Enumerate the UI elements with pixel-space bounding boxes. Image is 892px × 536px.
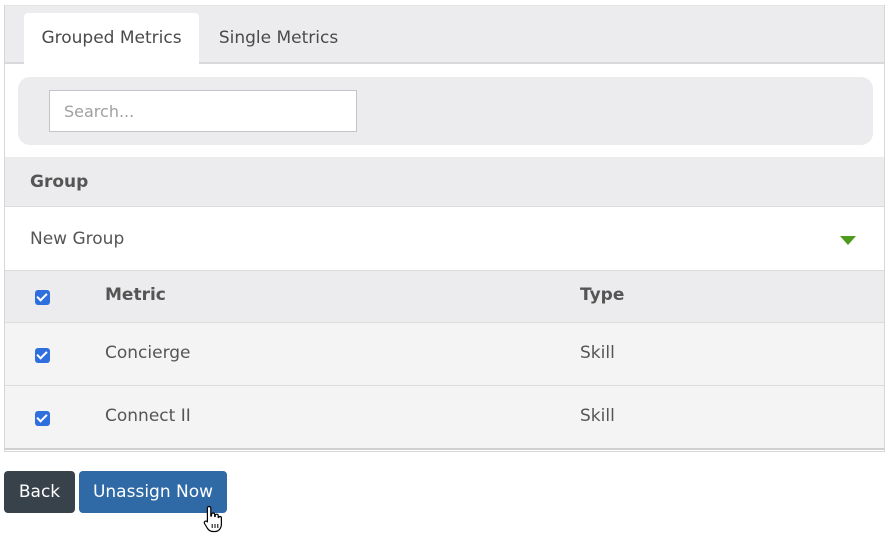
- table-header-row: Metric Type: [5, 271, 884, 323]
- table-row: Connect II Skill: [5, 386, 884, 450]
- metric-type: Skill: [580, 406, 615, 426]
- metric-name: Connect II: [105, 406, 191, 426]
- group-dropdown-value: New Group: [30, 229, 125, 249]
- back-button[interactable]: Back: [4, 471, 75, 513]
- table-row: Concierge Skill: [5, 323, 884, 386]
- metric-type: Skill: [580, 343, 615, 363]
- caret-down-icon[interactable]: [840, 236, 856, 245]
- column-header-metric: Metric: [105, 285, 166, 305]
- tab-single-metrics[interactable]: Single Metrics: [209, 13, 348, 64]
- metric-name: Concierge: [105, 343, 191, 363]
- row-checkbox[interactable]: [35, 348, 50, 363]
- hand-pointer-cursor-icon: [203, 505, 222, 533]
- group-header-label: Group: [30, 172, 89, 192]
- select-all-checkbox[interactable]: [35, 290, 50, 305]
- search-well: [18, 77, 873, 145]
- column-header-type: Type: [580, 285, 625, 305]
- group-header: Group: [5, 157, 884, 207]
- group-dropdown[interactable]: New Group: [5, 207, 884, 271]
- tab-grouped-metrics[interactable]: Grouped Metrics: [24, 13, 199, 64]
- row-checkbox[interactable]: [35, 411, 50, 426]
- tab-bar: Grouped Metrics Single Metrics: [5, 5, 884, 64]
- metrics-panel: Grouped Metrics Single Metrics Group New…: [4, 5, 885, 452]
- search-input[interactable]: [49, 90, 357, 132]
